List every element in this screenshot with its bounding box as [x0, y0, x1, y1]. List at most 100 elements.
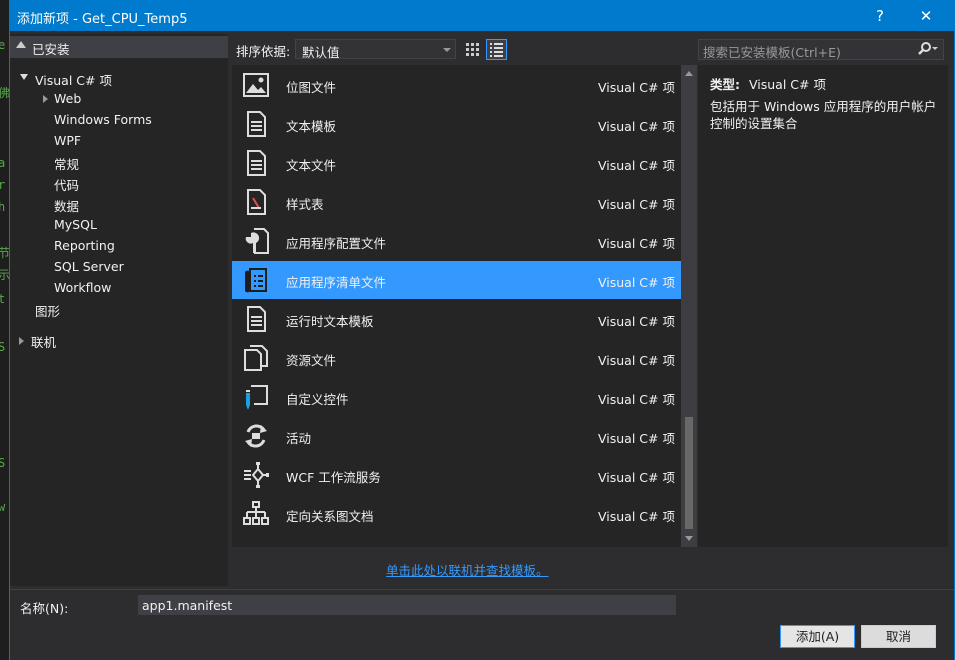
dialog-footer: 名称(N): app1.manifest 添加(A) 取消	[10, 589, 954, 660]
template-name: 文本模板	[286, 119, 337, 134]
template-name: 应用程序清单文件	[286, 275, 387, 290]
add-new-item-dialog: 添加新项 - Get_CPU_Temp5 ? ✕ 已安装 Visual C# 项…	[9, 0, 955, 660]
template-name: 活动	[286, 431, 312, 446]
tree-item-online[interactable]: 联机	[31, 332, 56, 351]
template-type: Visual C# 项	[598, 119, 675, 134]
tree-item-general[interactable]: 常规	[54, 154, 79, 173]
template-row[interactable]: WCF 工作流服务 Visual C# 项	[232, 456, 681, 494]
sort-label: 排序依据:	[236, 44, 291, 59]
title-bar: 添加新项 - Get_CPU_Temp5 ? ✕	[10, 1, 954, 31]
template-type: Visual C# 项	[598, 197, 675, 212]
category-tree: 已安装 Visual C# 项 Web Windows Forms WPF 常规…	[10, 34, 228, 586]
scrollbar-thumb[interactable]	[685, 417, 693, 529]
dgml-icon	[243, 501, 269, 525]
installed-label: 已安装	[32, 42, 70, 57]
template-name: 文本文件	[286, 158, 337, 173]
template-name: 定向关系图文档	[286, 509, 374, 524]
type-label: 类型:	[710, 77, 740, 92]
details-pane: 类型: Visual C# 项 包括用于 Windows 应用程序的用户帐户控制…	[698, 65, 948, 547]
search-icon[interactable]	[917, 41, 939, 57]
template-name: 资源文件	[286, 353, 337, 368]
tree-item-windows-forms[interactable]: Windows Forms	[54, 112, 152, 127]
help-button[interactable]: ?	[860, 3, 900, 29]
template-name: WCF 工作流服务	[286, 470, 381, 485]
installed-header[interactable]: 已安装	[10, 36, 228, 58]
background-code-char: S	[0, 340, 6, 354]
template-description: 包括用于 Windows 应用程序的用户帐户控制的设置集合	[710, 99, 937, 131]
custom-control-icon	[246, 385, 268, 410]
template-list-scrollbar[interactable]	[681, 65, 697, 547]
name-field[interactable]: app1.manifest	[138, 595, 676, 615]
tree-item-data[interactable]: 数据	[54, 196, 79, 215]
search-placeholder: 搜索已安装模板(Ctrl+E)	[703, 45, 841, 60]
name-label: 名称(N):	[20, 601, 69, 616]
name-field-value: app1.manifest	[142, 598, 233, 613]
template-row[interactable]: 应用程序配置文件 Visual C# 项	[232, 222, 681, 260]
template-list: 位图文件 Visual C# 项 文本模板 Visual C# 项 文本文件 V…	[232, 65, 681, 547]
scroll-up-icon[interactable]	[685, 71, 693, 76]
template-type: Visual C# 项	[598, 470, 675, 485]
tree-item-graphics[interactable]: 图形	[35, 301, 60, 320]
tree-item-sql-server[interactable]: SQL Server	[54, 259, 124, 274]
background-code-char: r	[0, 178, 6, 192]
find-templates-online-link[interactable]: 单击此处以联机并查找模板。	[386, 560, 549, 579]
background-code-char: t	[0, 292, 6, 306]
activity-icon	[245, 424, 267, 448]
config-file-icon	[245, 228, 269, 254]
background-code-char: a	[0, 156, 6, 170]
sort-value: 默认值	[302, 45, 340, 60]
tree-item-mysql[interactable]: MySQL	[54, 217, 97, 232]
template-type: Visual C# 项	[598, 392, 675, 407]
template-row[interactable]: 资源文件 Visual C# 项	[232, 339, 681, 377]
background-code-char: w	[0, 500, 6, 514]
tree-item-visual-csharp[interactable]: Visual C# 项	[35, 70, 112, 89]
template-name: 运行时文本模板	[286, 314, 374, 329]
template-type: Visual C# 项	[598, 431, 675, 446]
add-button[interactable]: 添加(A)	[780, 625, 855, 648]
template-row[interactable]: 样式表 Visual C# 项	[232, 183, 681, 221]
text-file-icon	[247, 150, 266, 176]
text-template-icon	[247, 111, 266, 137]
template-row[interactable]: 文本模板 Visual C# 项	[232, 105, 681, 143]
template-row[interactable]: 位图文件 Visual C# 项	[232, 66, 681, 104]
template-name: 样式表	[286, 197, 324, 212]
collapse-icon	[16, 41, 26, 48]
template-row[interactable]: 自定义控件 Visual C# 项	[232, 378, 681, 416]
template-type: Visual C# 项	[598, 314, 675, 329]
list-view-icon	[490, 43, 503, 57]
background-code-char: h	[0, 200, 6, 214]
background-code-char: S	[0, 456, 6, 470]
tree-item-web[interactable]: Web	[54, 91, 81, 106]
template-row[interactable]: 活动 Visual C# 项	[232, 417, 681, 455]
resource-file-icon	[244, 345, 268, 371]
chevron-down-icon	[443, 48, 451, 52]
cancel-button[interactable]: 取消	[861, 625, 936, 648]
template-row[interactable]: 定向关系图文档 Visual C# 项	[232, 495, 681, 533]
scroll-down-icon[interactable]	[685, 536, 693, 541]
wcf-workflow-icon	[244, 462, 269, 488]
template-type: Visual C# 项	[598, 236, 675, 251]
template-row[interactable]: 运行时文本模板 Visual C# 项	[232, 300, 681, 338]
details-view-button[interactable]	[486, 39, 507, 60]
runtime-template-icon	[247, 306, 266, 332]
tree-item-wpf[interactable]: WPF	[54, 133, 81, 148]
expand-arrow-icon[interactable]	[19, 337, 24, 345]
expand-arrow-icon[interactable]	[43, 95, 48, 103]
search-input[interactable]: 搜索已安装模板(Ctrl+E)	[698, 39, 944, 60]
stylesheet-icon	[247, 189, 266, 215]
expand-icon[interactable]	[20, 74, 28, 80]
close-button[interactable]: ✕	[906, 3, 946, 29]
tree-item-code[interactable]: 代码	[54, 175, 79, 194]
sort-dropdown[interactable]: 默认值	[295, 39, 456, 60]
template-type: Visual C# 项	[598, 80, 675, 95]
type-value: Visual C# 项	[749, 77, 826, 92]
small-icons-view-button[interactable]	[462, 39, 483, 60]
template-type: Visual C# 项	[598, 353, 675, 368]
template-name: 位图文件	[286, 80, 337, 95]
tree-item-reporting[interactable]: Reporting	[54, 238, 115, 253]
template-row[interactable]: 文本文件 Visual C# 项	[232, 144, 681, 182]
background-code-char: e	[0, 38, 6, 52]
tree-item-workflow[interactable]: Workflow	[54, 280, 111, 295]
template-row-selected[interactable]: 应用程序清单文件 Visual C# 项	[232, 261, 681, 299]
template-name: 自定义控件	[286, 392, 349, 407]
